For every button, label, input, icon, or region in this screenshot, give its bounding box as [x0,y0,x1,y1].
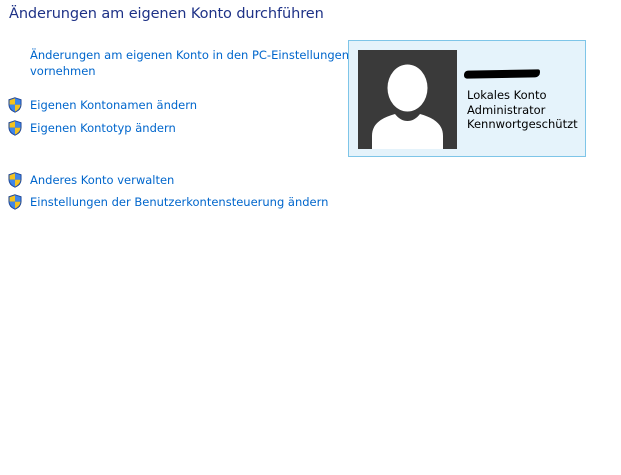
uac-shield-icon [8,172,22,188]
account-name-redacted [463,69,541,79]
uac-settings-label[interactable]: Einstellungen der Benutzerkontensteuerun… [30,194,328,210]
control-panel-user-accounts: Änderungen am eigenen Konto durchführen … [0,0,621,475]
manage-other-account-label[interactable]: Anderes Konto verwalten [30,172,174,188]
avatar [358,50,457,149]
account-info: Lokales Konto Administrator Kennwortgesc… [467,88,578,132]
pc-settings-link-line1[interactable]: Änderungen am eigenen Konto in den PC-Ei… [30,47,349,63]
change-account-name-link[interactable]: Eigenen Kontonamen ändern [8,96,197,114]
change-account-type-label[interactable]: Eigenen Kontotyp ändern [30,120,176,136]
uac-settings-link[interactable]: Einstellungen der Benutzerkontensteuerun… [8,193,328,211]
account-protection-text: Kennwortgeschützt [467,117,578,131]
uac-shield-icon [8,97,22,113]
page-title: Änderungen am eigenen Konto durchführen [9,6,324,22]
account-role-text: Administrator [467,102,546,117]
pc-settings-link-line2[interactable]: vornehmen [30,63,349,79]
change-account-name-label[interactable]: Eigenen Kontonamen ändern [30,97,197,113]
uac-shield-icon [8,194,22,210]
user-avatar-icon [372,64,443,149]
pc-settings-link[interactable]: Änderungen am eigenen Konto in den PC-Ei… [30,47,349,79]
account-card: Lokales Konto Administrator Kennwortgesc… [348,40,586,157]
account-type-text: Lokales Konto [467,88,547,102]
change-account-type-link[interactable]: Eigenen Kontotyp ändern [8,119,176,137]
uac-shield-icon [8,120,22,136]
manage-other-account-link[interactable]: Anderes Konto verwalten [8,171,174,189]
